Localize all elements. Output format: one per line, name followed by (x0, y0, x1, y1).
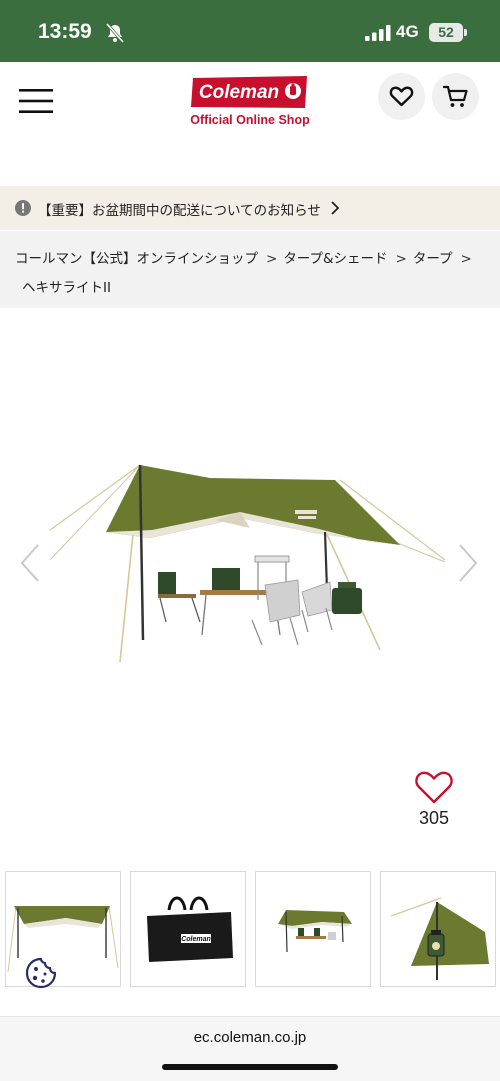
battery-tip (464, 29, 467, 36)
url-text: ec.coleman.co.jp (193, 1029, 307, 1046)
coleman-logo[interactable]: Coleman (189, 74, 311, 110)
heart-icon (389, 86, 414, 107)
thumbnail-strip: Coleman (5, 871, 496, 987)
hamburger-menu-icon[interactable] (19, 88, 53, 114)
status-bar: 13:59 4G 52 (0, 0, 500, 62)
thumbnail-hexa-tarp-side (7, 905, 119, 973)
network-label: 4G (396, 22, 419, 41)
cart-button[interactable] (432, 73, 479, 120)
carousel-next-icon[interactable] (456, 543, 480, 583)
signal-icon (365, 25, 391, 41)
breadcrumb-current: ヘキサライトII (22, 280, 111, 296)
cart-icon (443, 85, 468, 107)
chevron-right-icon: > (460, 251, 472, 267)
thumbnail-1[interactable] (5, 871, 121, 987)
cookie-icon[interactable] (25, 957, 57, 989)
status-time: 13:59 (38, 20, 92, 43)
thumbnail-4[interactable] (380, 871, 496, 987)
chevron-right-icon: > (266, 251, 278, 267)
info-icon (15, 200, 31, 216)
breadcrumb-item-tarp-shade[interactable]: タープ&シェード (283, 247, 387, 267)
browser-url-bar[interactable]: ec.coleman.co.jp (0, 1016, 500, 1081)
chevron-right-icon: > (395, 251, 407, 267)
thumbnail-carry-bag: Coleman (147, 896, 233, 962)
like-count: 305 (418, 808, 450, 828)
product-image-carousel[interactable] (0, 330, 500, 770)
site-header: Coleman Official Online Shop (0, 62, 500, 142)
breadcrumb: コールマン【公式】オンラインショップ > タープ&シェード > タープ > ヘキサライトI… (0, 231, 500, 308)
breadcrumb-item-tarp[interactable]: タープ (413, 247, 453, 267)
thumbnail-3[interactable] (255, 871, 371, 987)
notice-banner[interactable]: 【重要】お盆期間中の配送についてのお知らせ (0, 186, 500, 230)
like-heart-icon[interactable] (414, 768, 454, 806)
thumbnail-tarp-closeup-lantern (390, 897, 489, 980)
bell-muted-icon (105, 23, 125, 43)
thumbnail-tarp-with-furniture (278, 910, 352, 953)
chevron-right-icon (331, 201, 340, 215)
logo-text: Coleman (199, 82, 279, 103)
carousel-prev-icon[interactable] (18, 543, 42, 583)
favorites-button[interactable] (378, 73, 425, 120)
bag-logo-text: Coleman (181, 936, 211, 943)
battery-icon: 52 (429, 23, 463, 42)
thumbnail-2[interactable]: Coleman (130, 871, 246, 987)
product-main-image (49, 464, 446, 663)
home-indicator[interactable] (162, 1064, 338, 1070)
breadcrumb-item-home[interactable]: コールマン【公式】オンラインショップ (15, 247, 258, 267)
logo-subtitle: Official Online Shop (190, 113, 310, 127)
notice-text: 【重要】お盆期間中の配送についてのお知らせ (38, 203, 321, 219)
